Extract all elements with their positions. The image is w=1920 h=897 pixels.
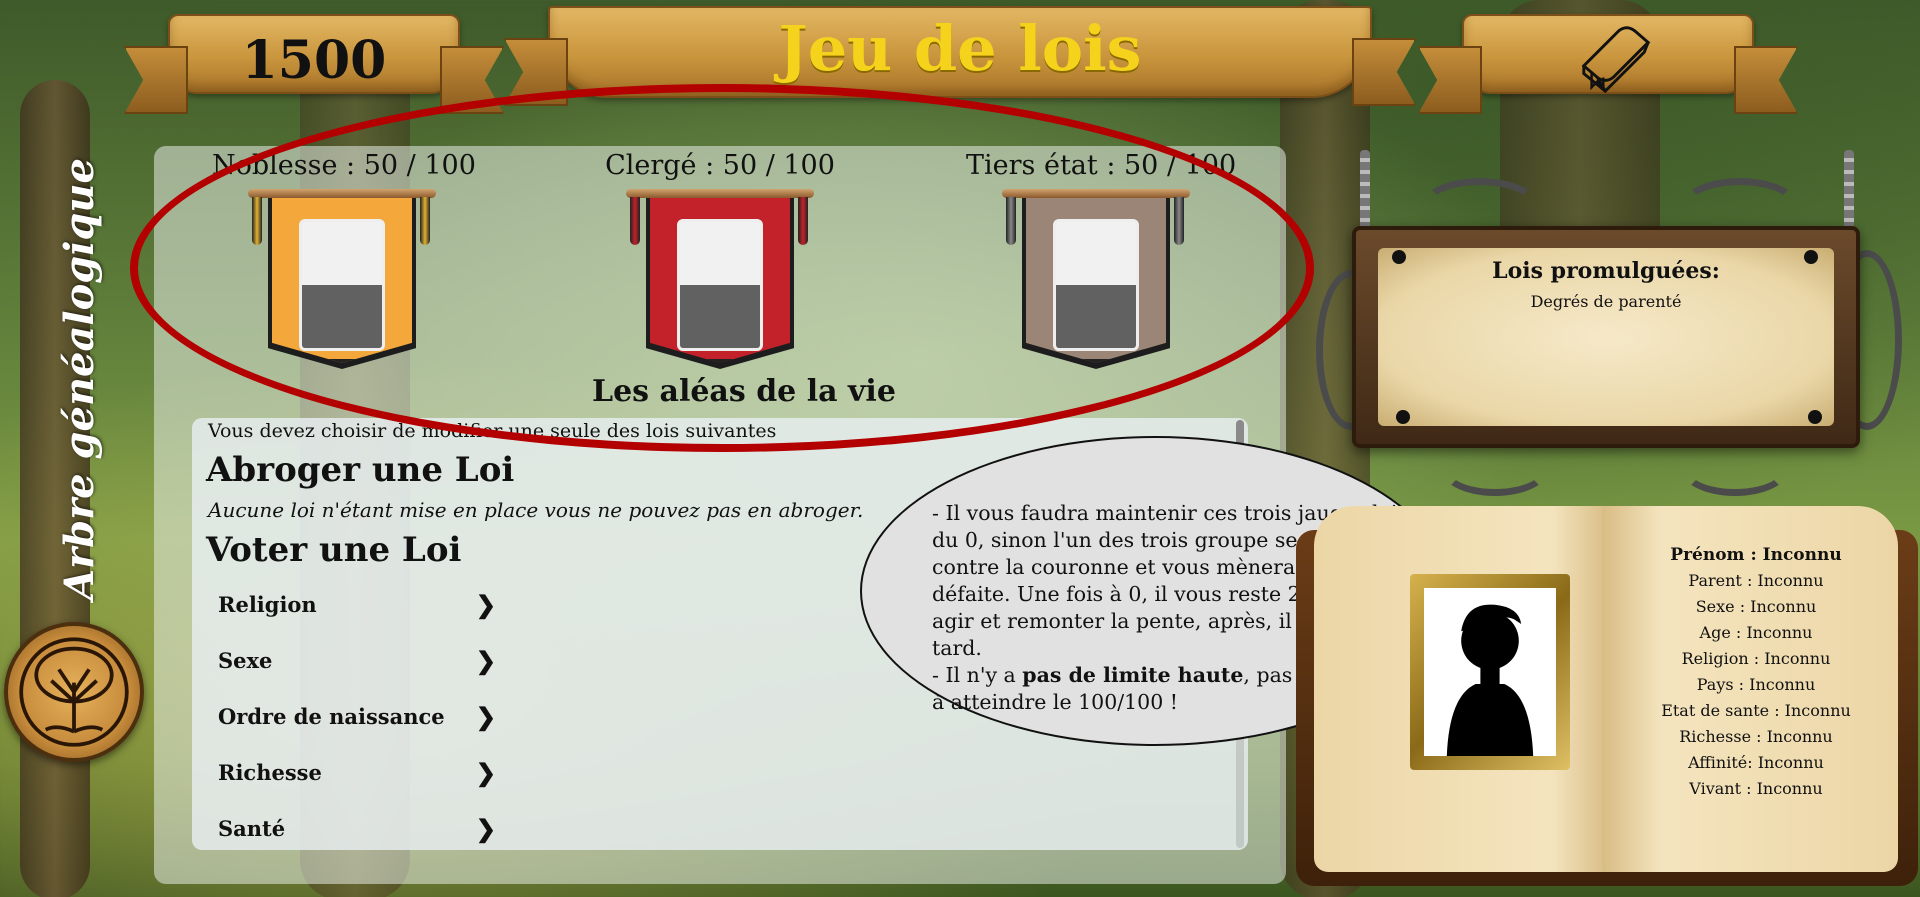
law-item-sante[interactable]: Santé ❯ [206,806,496,850]
ironwork-decoration [1680,440,1790,496]
character-country: Pays : Inconnu [1696,675,1816,694]
promulgated-laws-heading: Lois promulguées: [1492,258,1720,284]
promulgated-laws-sign: Lois promulguées: Degrés de parenté [1352,226,1860,448]
law-item-religion[interactable]: Religion ❯ [206,582,496,628]
law-item-label: Religion [218,592,317,617]
chevron-right-icon: ❯ [475,646,496,675]
vote-section-title: Voter une Loi [206,530,462,570]
character-sex: Sexe : Inconnu [1695,597,1817,616]
ironwork-decoration [1440,440,1550,496]
character-info: Prénom : Inconnu Parent : Inconnu Sexe :… [1636,542,1876,802]
book-banner [1462,14,1754,94]
law-item-sexe[interactable]: Sexe ❯ [206,638,496,684]
character-parent: Parent : Inconnu [1688,571,1824,590]
character-wealth: Richesse : Inconnu [1679,727,1833,746]
chevron-right-icon: ❯ [475,758,496,787]
tooltip-text-part2-prefix: - Il n'y a [932,663,1023,687]
character-age: Age : Inconnu [1699,623,1813,642]
chevron-right-icon: ❯ [475,590,496,619]
page-title: Jeu de lois [778,12,1142,85]
annotation-ellipse [130,84,1314,452]
score-value: 1500 [241,30,387,91]
character-alive: Vivant : Inconnu [1689,779,1823,798]
law-item-label: Santé [218,816,286,841]
repeal-note: Aucune loi n'étant mise en place vous ne… [208,498,864,522]
book-left-page [1314,506,1610,872]
promulgated-law-entry: Degrés de parenté [1530,292,1682,311]
law-item-label: Richesse [218,760,322,785]
character-first-name: Prénom : Inconnu [1670,545,1842,565]
law-item-label: Ordre de naissance [218,704,445,729]
character-religion: Religion : Inconnu [1681,649,1831,668]
character-book: Prénom : Inconnu Parent : Inconnu Sexe :… [1296,506,1918,886]
portrait-frame [1410,574,1570,770]
book-icon[interactable] [1576,22,1654,94]
law-item-richesse[interactable]: Richesse ❯ [206,750,496,796]
promulgated-laws-parchment: Lois promulguées: Degrés de parenté [1378,248,1834,426]
character-affinity: Affinité: Inconnu [1688,753,1824,772]
repeal-section-title: Abroger une Loi [206,450,515,490]
chevron-right-icon: ❯ [475,702,496,731]
tree-of-life-icon[interactable] [4,622,144,762]
person-silhouette-icon [1424,588,1556,756]
tooltip-text-bold: pas de limite haute [1022,663,1244,687]
sign-chain [1360,150,1370,236]
character-health: Etat de sante : Inconnu [1661,701,1851,720]
family-tree-tab[interactable]: Arbre généalogique [56,158,103,600]
sign-chain [1844,150,1854,236]
score-banner: 1500 [168,14,460,94]
law-item-label: Sexe [218,648,273,673]
law-item-ordre-de-naissance[interactable]: Ordre de naissance ❯ [206,694,496,740]
chevron-right-icon: ❯ [475,814,496,843]
